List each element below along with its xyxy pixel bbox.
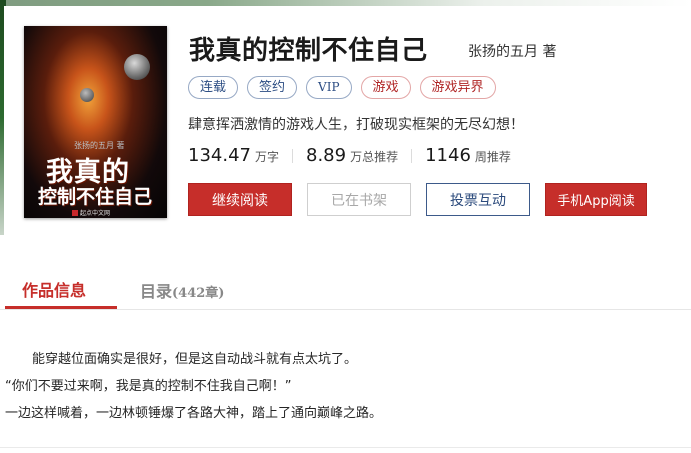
publisher-logo-icon	[72, 209, 78, 216]
stat-divider	[292, 148, 293, 163]
cover-publisher-text: 起点中文网	[80, 210, 111, 217]
author-link[interactable]: 张扬的五月 著	[468, 41, 556, 61]
chapter-count: (442章)	[172, 286, 225, 301]
book-intro: 肆意挥洒激情的游戏人生，打破现实框架的无尽幻想！	[188, 117, 524, 133]
tag-signed[interactable]: 签约	[247, 76, 298, 99]
tag-status[interactable]: 连载	[188, 76, 239, 99]
detail-tabs: 作品信息 目录(442章)	[0, 270, 691, 310]
cover-title-line2: 控制不住自己	[38, 186, 153, 208]
book-stats: 134.47 万字 8.89 万总推荐 1146 周推荐	[188, 145, 511, 166]
tag-category[interactable]: 游戏	[360, 76, 411, 99]
tab-toc-label: 目录	[140, 282, 173, 301]
word-count-unit: 万字	[254, 150, 279, 164]
tag-list: 连载 签约 VIP 游戏 游戏异界	[188, 76, 496, 99]
vote-button[interactable]: 投票互动	[426, 183, 530, 216]
tabs-divider	[0, 309, 691, 310]
cover-publisher: 起点中文网	[72, 208, 110, 217]
cover-moon	[80, 88, 94, 102]
on-shelf-button[interactable]: 已在书架	[307, 183, 411, 216]
weekly-recommend-value: 1146	[425, 145, 471, 166]
section-divider	[0, 447, 691, 448]
cover-planet	[124, 54, 150, 80]
tag-vip[interactable]: VIP	[306, 76, 352, 99]
description-line: 一边这样喊着，一边林顿锤爆了各路大神，踏上了通向巅峰之路。	[5, 406, 383, 421]
continue-reading-button[interactable]: 继续阅读	[188, 183, 292, 216]
stat-divider	[411, 148, 413, 163]
weekly-recommend-unit: 周推荐	[474, 150, 511, 164]
app-read-button[interactable]: 手机App阅读	[545, 183, 647, 216]
description-line: “你们不要过来啊，我是真的控制不住我自己啊！”	[5, 379, 292, 394]
total-recommend-value: 8.89	[306, 145, 347, 166]
tag-subcategory[interactable]: 游戏异界	[419, 76, 496, 99]
word-count-value: 134.47	[188, 145, 251, 166]
book-title: 我真的控制不住自己	[189, 36, 428, 66]
book-description: 能穿越位面确实是很好，但是这自动战斗就有点太坑了。 “你们不要过来啊，我是真的控…	[5, 346, 382, 427]
description-line: 能穿越位面确实是很好，但是这自动战斗就有点太坑了。	[32, 352, 358, 367]
total-recommend-unit: 万总推荐	[350, 150, 399, 164]
tab-table-of-contents[interactable]: 目录(442章)	[140, 278, 224, 302]
tab-book-info[interactable]: 作品信息	[22, 277, 86, 301]
book-cover[interactable]: 张扬的五月 著 我真的 控制不住自己 起点中文网	[24, 26, 167, 218]
